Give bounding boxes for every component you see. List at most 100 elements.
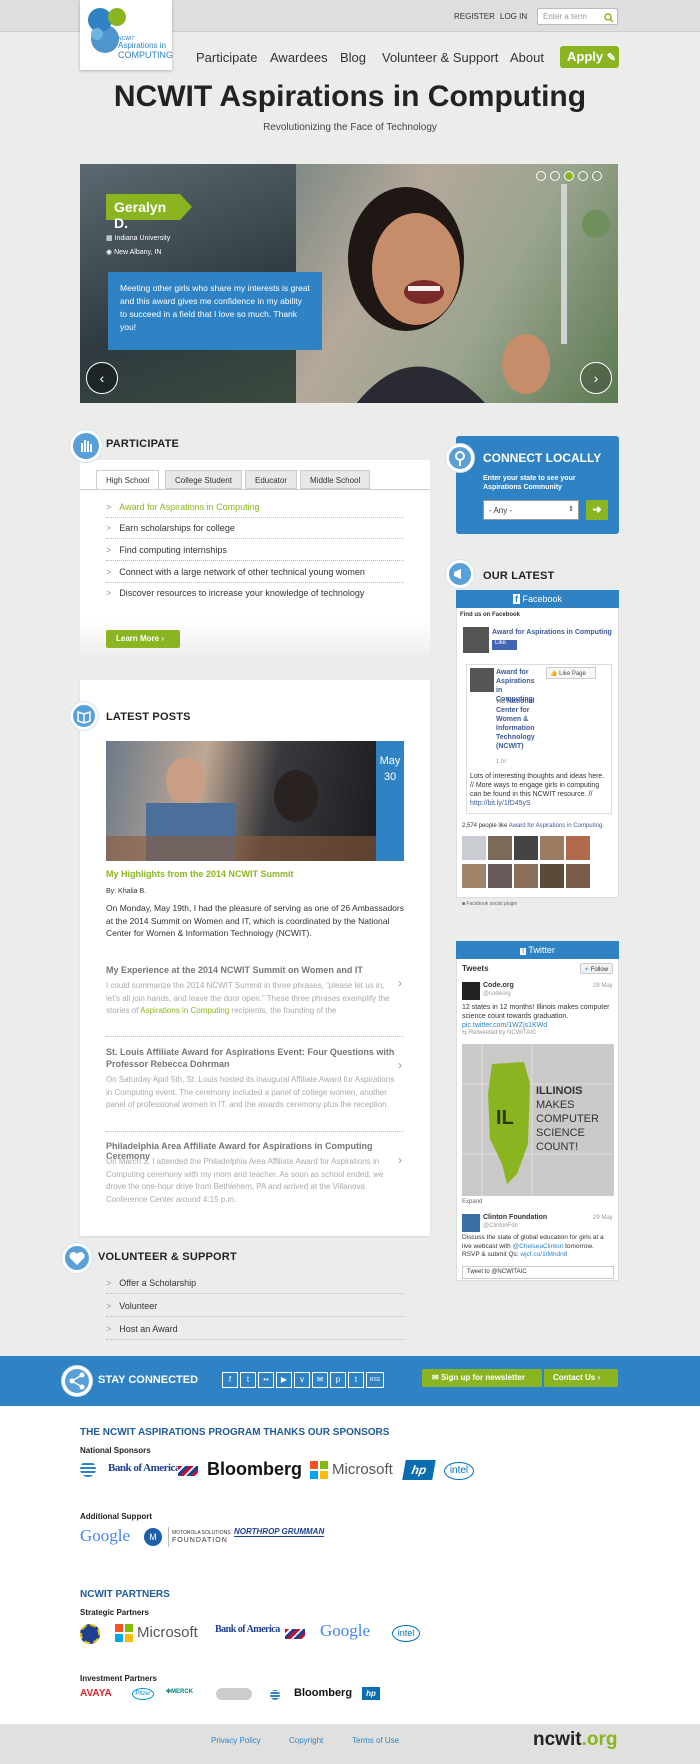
fb-like-page-button[interactable]: 👍 Like Page	[546, 667, 596, 679]
fan-avatar[interactable]	[514, 836, 538, 860]
hero-location-text: New Albany, IN	[114, 249, 162, 256]
fb-post-link[interactable]: http://bit.ly/1fD45yS	[470, 800, 531, 807]
nav-participate[interactable]: Participate	[196, 50, 257, 65]
ncwit-org-logo[interactable]: ncwit.org	[533, 1729, 617, 1751]
fan-avatar[interactable]	[462, 864, 486, 888]
tweet1-link[interactable]: pic.twitter.com/1WZjs1KWd	[462, 1022, 547, 1029]
fb-via-name[interactable]: National Center for Women & Information …	[496, 698, 535, 750]
email-social-icon[interactable]: ✉	[312, 1372, 328, 1388]
state-select[interactable]: - Any - ⇕	[483, 500, 579, 520]
participate-item-label: Find computing internships	[119, 545, 227, 555]
facebook-social-icon[interactable]: f	[222, 1372, 238, 1388]
site-logo[interactable]: NCWIT Aspirations in COMPUTING	[80, 0, 173, 70]
post-excerpt-1-link[interactable]: Aspirations in Computing	[140, 1006, 229, 1015]
privacy-policy-link[interactable]: Privacy Policy	[211, 1736, 261, 1745]
student-photo-illustration	[348, 184, 610, 403]
fan-avatar[interactable]	[514, 864, 538, 888]
contact-us-button[interactable]: Contact Us ›	[544, 1369, 618, 1387]
volunteer-item[interactable]: > Volunteer	[106, 1301, 404, 1317]
strategic-partners-label: Strategic Partners	[80, 1608, 149, 1617]
featured-post-title[interactable]: My Highlights from the 2014 NCWIT Summit	[106, 869, 294, 879]
apply-button[interactable]: Apply ✎	[560, 46, 619, 68]
tweet1-name[interactable]: Code.org	[483, 982, 514, 989]
nav-volunteer-support[interactable]: Volunteer & Support	[382, 50, 498, 65]
register-link[interactable]: REGISTER	[454, 12, 495, 21]
featured-post-image[interactable]	[106, 741, 376, 861]
hp-partner-logo: hp	[362, 1687, 380, 1700]
volunteer-item[interactable]: > Host an Award	[106, 1324, 404, 1340]
location-pin-icon: ◉	[106, 249, 115, 256]
fan-avatar[interactable]	[540, 836, 564, 860]
fan-avatar[interactable]	[566, 836, 590, 860]
rss-social-icon[interactable]: RSS	[366, 1372, 384, 1388]
tweet2-mention[interactable]: @ChelseaClinton	[513, 1243, 564, 1250]
participate-item[interactable]: > Award for Aspirations in Computing	[106, 502, 404, 518]
newsletter-button[interactable]: ✉ Sign up for newsletter	[422, 1369, 542, 1387]
facebook-widget-header: f Facebook	[456, 590, 619, 608]
fb-plugin-label: Facebook social plugin	[466, 901, 518, 907]
youtube-social-icon[interactable]: ▶	[276, 1372, 292, 1388]
participate-item[interactable]: > Find computing internships	[106, 545, 404, 561]
featured-post-author: By: Khalia B.	[106, 888, 147, 895]
chevron-right-icon[interactable]: ›	[398, 1058, 402, 1072]
select-arrows-icon: ⇕	[568, 506, 574, 513]
carousel-next-button[interactable]: ›	[580, 362, 612, 394]
chevron-right-icon[interactable]: ›	[398, 1153, 402, 1167]
search-icon[interactable]	[604, 10, 614, 23]
flickr-social-icon[interactable]: ••	[258, 1372, 274, 1388]
fb-page-name[interactable]: Award for Aspirations in Computing	[492, 629, 612, 636]
tab-divider	[80, 489, 430, 490]
participate-item[interactable]: > Connect with a large network of other t…	[106, 567, 404, 583]
twitter-follow-button[interactable]: ✦ Follow	[580, 963, 613, 974]
carousel-prev-button[interactable]: ‹	[86, 362, 118, 394]
fan-avatar[interactable]	[540, 864, 564, 888]
tab-educator[interactable]: Educator	[245, 470, 298, 489]
learn-more-button[interactable]: Learn More ›	[106, 630, 180, 648]
volunteer-item[interactable]: > Offer a Scholarship	[106, 1278, 404, 1294]
chevron-right-icon[interactable]: ›	[398, 976, 402, 990]
fan-avatar[interactable]	[488, 836, 512, 860]
participate-item[interactable]: > Discover resources to increase your kno…	[106, 588, 404, 603]
fb-like-button[interactable]: Like	[492, 640, 517, 650]
fan-avatar[interactable]	[566, 864, 590, 888]
participate-item-label: Connect with a large network of other te…	[119, 567, 365, 577]
carousel-dot-5[interactable]	[592, 171, 602, 181]
carousel-dot-2[interactable]	[550, 171, 560, 181]
tumblr-social-icon[interactable]: t	[348, 1372, 364, 1388]
hero-carousel[interactable]: Geralyn D. ▦ Indiana University ◉ New Al…	[80, 164, 618, 403]
fb-people-link[interactable]: Award for Aspirations in Computing.	[509, 823, 604, 829]
fan-avatar[interactable]	[488, 864, 512, 888]
post-divider	[106, 1036, 404, 1037]
vimeo-social-icon[interactable]: v	[294, 1372, 310, 1388]
fan-avatar[interactable]	[462, 836, 486, 860]
tweet1-body: 12 states in 12 months! Illinois makes c…	[462, 1004, 610, 1020]
tab-high-school[interactable]: High School	[96, 470, 160, 490]
pinterest-social-icon[interactable]: p	[330, 1372, 346, 1388]
illinois-map-image[interactable]: IL ILLINOIS MAKES COMPUTER SCIENCE COUNT…	[462, 1044, 614, 1196]
tab-college-student[interactable]: College Student	[165, 470, 242, 489]
connect-go-button[interactable]: ➜	[586, 500, 608, 520]
map-line3: COMPUTER	[536, 1113, 599, 1125]
search-placeholder: Enter a term	[543, 12, 588, 21]
merck-logo: ✤MERCK	[166, 1688, 193, 1695]
carousel-dot-3-active[interactable]	[564, 171, 574, 181]
terms-of-use-link[interactable]: Terms of Use	[352, 1736, 399, 1745]
post-title-1[interactable]: My Experience at the 2014 NCWIT Summit o…	[106, 965, 396, 975]
nav-blog[interactable]: Blog	[340, 50, 366, 65]
motorola-line2: FOUNDATION	[172, 1537, 228, 1544]
post-title-2[interactable]: St. Louis Affiliate Award for Aspiration…	[106, 1046, 396, 1070]
tab-middle-school[interactable]: Middle School	[300, 470, 371, 489]
nav-about[interactable]: About	[510, 50, 544, 65]
participate-item[interactable]: > Earn scholarships for college	[106, 523, 404, 539]
carousel-dot-4[interactable]	[578, 171, 588, 181]
carousel-dot-1[interactable]	[536, 171, 546, 181]
login-link[interactable]: LOG IN	[500, 12, 527, 21]
tweet2-name[interactable]: Clinton Foundation	[483, 1214, 547, 1221]
copyright-link[interactable]: Copyright	[289, 1736, 323, 1745]
twitter-social-icon[interactable]: t	[240, 1372, 256, 1388]
tweet1-expand[interactable]: Expand	[462, 1199, 482, 1205]
nav-awardees[interactable]: Awardees	[270, 50, 328, 65]
tweet2-text: Discuss the state of global education fo…	[462, 1234, 612, 1260]
tweet2-link[interactable]: wjcf.co/1tMndn8	[520, 1251, 567, 1258]
tweet-to-box[interactable]: Tweet to @NCWITAIC	[462, 1266, 614, 1279]
